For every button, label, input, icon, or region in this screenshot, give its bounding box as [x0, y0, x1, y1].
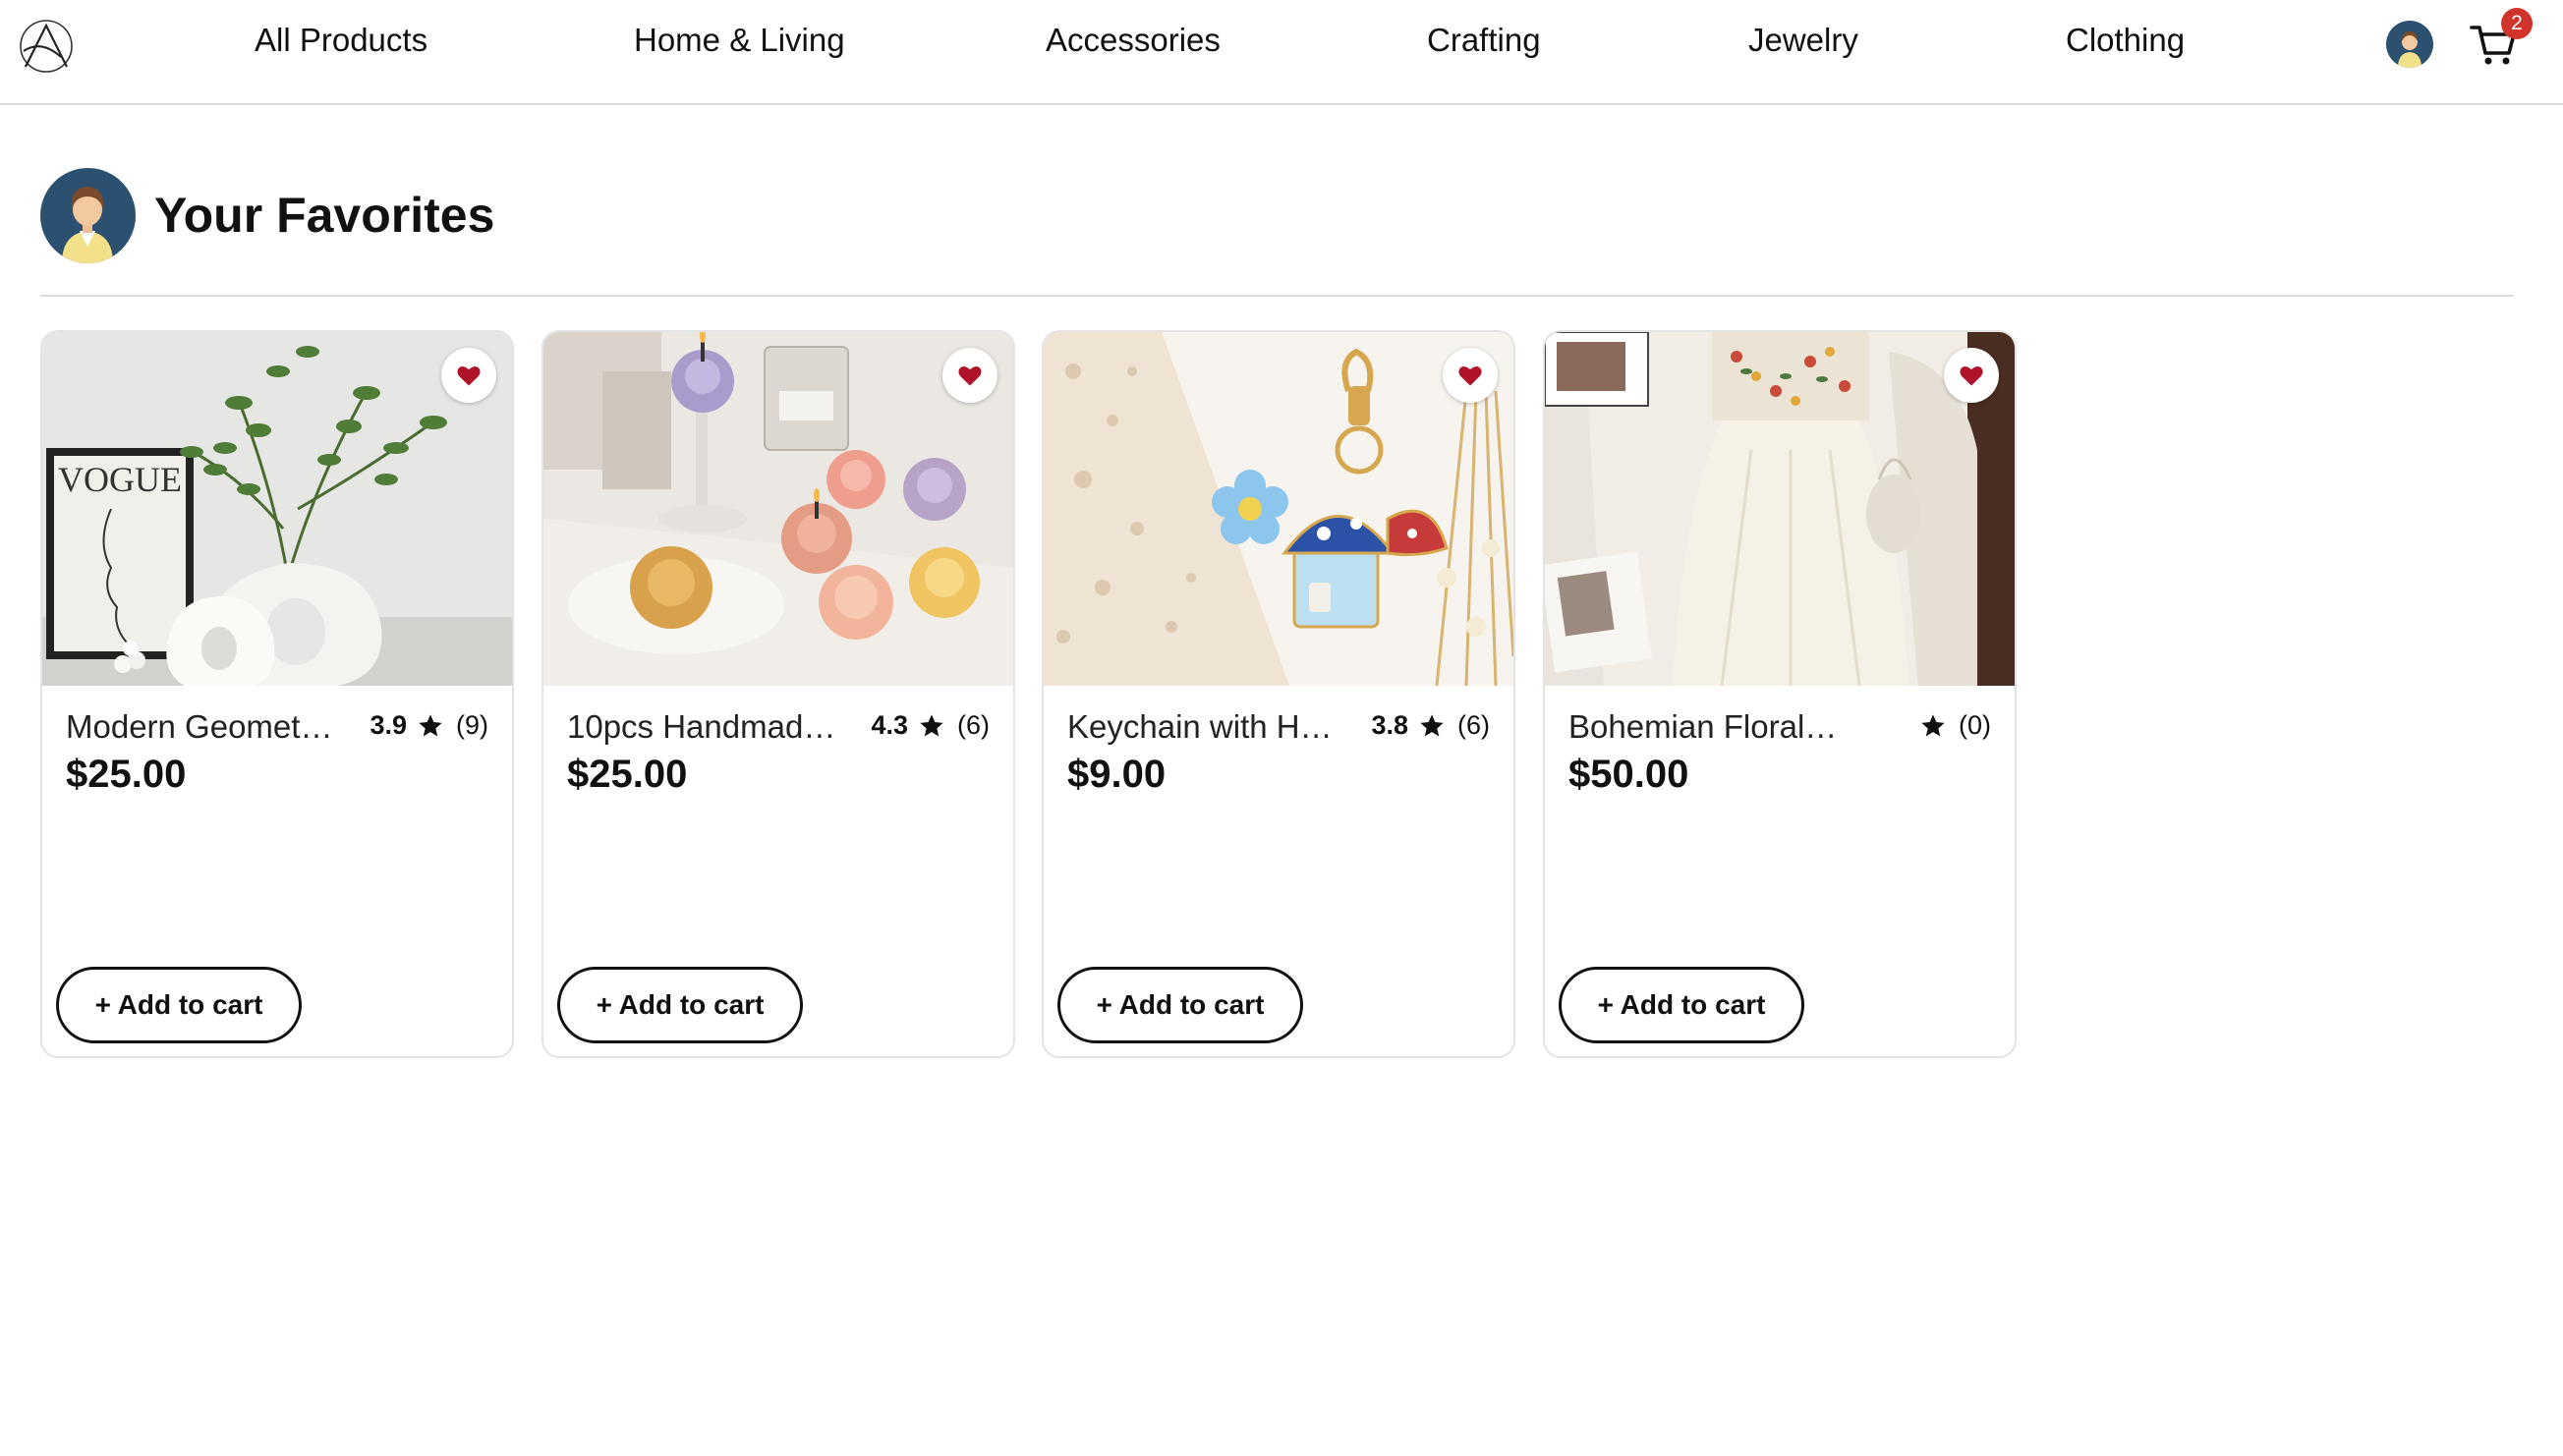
rating-value: 4.3 [871, 710, 908, 740]
svg-text:VOGUE: VOGUE [58, 460, 182, 499]
brand-logo-icon[interactable] [18, 18, 75, 75]
star-icon [419, 713, 442, 736]
review-count: (6) [1457, 710, 1490, 740]
nav-home-living[interactable]: Home & Living [634, 22, 845, 59]
product-rating: 4.3 (6) [871, 710, 990, 741]
nav-jewelry[interactable]: Jewelry [1748, 22, 1858, 59]
product-name[interactable]: Modern Geometri... [66, 708, 341, 746]
product-rating: 3.8 (6) [1371, 710, 1490, 741]
product-name[interactable]: Keychain with Ho... [1067, 708, 1342, 746]
product-price: $50.00 [1568, 753, 1689, 796]
nav-clothing[interactable]: Clothing [2066, 22, 2185, 59]
product-price: $25.00 [66, 753, 187, 796]
star-icon [920, 713, 943, 736]
page-title: Your Favorites [154, 188, 495, 243]
product-card[interactable]: Bohemian Floral Patt... (0) $50.00 + Add… [1543, 330, 2017, 1058]
cart-count-badge: 2 [2501, 8, 2533, 39]
product-name[interactable]: 10pcs Handmade ... [567, 708, 842, 746]
heart-icon [1458, 365, 1482, 386]
product-card[interactable]: Keychain with Ho... 3.8 (6) $9.00 + Add … [1042, 330, 1515, 1058]
heart-icon [457, 365, 481, 386]
rating-value: 3.9 [370, 710, 407, 740]
product-name[interactable]: Bohemian Floral Patt... [1568, 708, 1844, 746]
product-price: $25.00 [567, 753, 688, 796]
star-icon [1921, 713, 1945, 736]
favorite-toggle[interactable] [942, 348, 997, 403]
product-price: $9.00 [1067, 753, 1167, 796]
product-image[interactable]: VOGUE [42, 332, 512, 686]
favorite-toggle[interactable] [441, 348, 496, 403]
review-count: (6) [957, 710, 990, 740]
heart-icon [1960, 365, 1983, 386]
product-image[interactable] [543, 332, 1013, 686]
nav-crafting[interactable]: Crafting [1427, 22, 1541, 59]
favorite-toggle[interactable] [1944, 348, 1999, 403]
review-count: (9) [456, 710, 488, 740]
star-icon [1420, 713, 1444, 736]
product-image[interactable] [1044, 332, 1513, 686]
product-card[interactable]: 10pcs Handmade ... 4.3 (6) $25.00 + Add … [541, 330, 1015, 1058]
favorite-toggle[interactable] [1443, 348, 1498, 403]
nav-all-products[interactable]: All Products [255, 22, 427, 59]
user-avatar-icon [2386, 21, 2433, 68]
add-to-cart-button[interactable]: + Add to cart [557, 967, 803, 1043]
heart-icon [958, 365, 982, 386]
product-image[interactable] [1545, 332, 2015, 686]
add-to-cart-button[interactable]: + Add to cart [1057, 967, 1303, 1043]
add-to-cart-button[interactable]: + Add to cart [56, 967, 302, 1043]
product-rating: (0) [1919, 710, 1991, 741]
user-avatar-icon [40, 168, 136, 263]
add-to-cart-button[interactable]: + Add to cart [1559, 967, 1804, 1043]
rating-value: 3.8 [1371, 710, 1408, 740]
review-count: (0) [1959, 710, 1991, 740]
section-divider [40, 295, 2514, 297]
nav-accessories[interactable]: Accessories [1046, 22, 1221, 59]
user-avatar[interactable] [2386, 21, 2433, 68]
top-navigation-bar: All Products Home & Living Accessories C… [0, 0, 2563, 105]
favorites-avatar [40, 168, 136, 263]
product-rating: 3.9 (9) [370, 710, 488, 741]
product-card[interactable]: VOGUE Modern Geometri... 3.9 (9) $25.00 … [40, 330, 514, 1058]
